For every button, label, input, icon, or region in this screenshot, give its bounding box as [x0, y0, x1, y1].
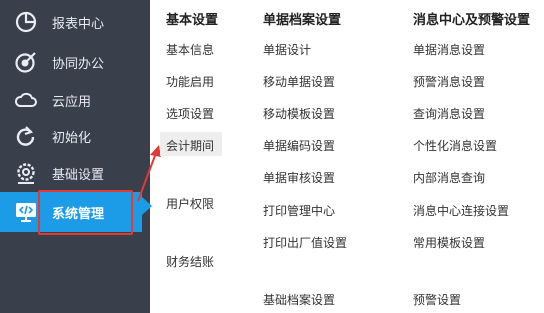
gear-icon	[17, 163, 35, 184]
code-monitor-icon	[16, 203, 36, 222]
highlight-box	[38, 190, 133, 235]
sidebar-item-label: 协同办公	[52, 57, 105, 72]
menu-item-document-design[interactable]: 单据设计	[263, 41, 311, 58]
target-icon	[15, 52, 36, 73]
menu-item-feature-enable[interactable]: 功能启用	[166, 73, 214, 90]
sidebar-item-label: 初始化	[52, 131, 92, 146]
menu-item-user-permissions[interactable]: 用户权限	[166, 195, 214, 212]
menu-item-alert-message-settings[interactable]: 预警消息设置	[413, 73, 485, 90]
menu-item-mobile-template-settings[interactable]: 移动模板设置	[263, 105, 335, 122]
sidebar-item-label: 基础设置	[52, 168, 105, 183]
refresh-icon	[16, 126, 35, 146]
sidebar-item-report-center[interactable]: 报表中心	[0, 6, 150, 38]
menu-item-alert-settings[interactable]: 预警设置	[413, 291, 461, 308]
menu-item-document-message-settings[interactable]: 单据消息设置	[413, 41, 485, 58]
cloud-icon	[14, 92, 37, 107]
menu-item-query-message-settings[interactable]: 查询消息设置	[413, 105, 485, 122]
menu-item-document-approval-settings[interactable]: 单据审核设置	[263, 169, 335, 186]
pie-chart-icon	[15, 11, 37, 33]
column-title-basic-settings: 基本设置	[166, 13, 219, 28]
menu-item-basic-archive-settings[interactable]: 基础档案设置	[263, 291, 335, 308]
menu-item-financial-closing[interactable]: 财务结账	[166, 253, 214, 270]
menu-item-print-factory-settings[interactable]: 打印出厂值设置	[263, 234, 347, 251]
sidebar-item-collaboration[interactable]: 协同办公	[0, 46, 150, 78]
sidebar-item-label: 云应用	[52, 95, 92, 110]
menu-item-mobile-document-settings[interactable]: 移动单据设置	[263, 73, 335, 90]
sidebar-item-cloud-apps[interactable]: 云应用	[0, 84, 150, 116]
menu-item-option-settings[interactable]: 选项设置	[166, 105, 214, 122]
menu-item-internal-message-query[interactable]: 内部消息查询	[413, 169, 485, 186]
menu-item-basic-info[interactable]: 基本信息	[166, 41, 214, 58]
menu-item-message-center-connection-settings[interactable]: 消息中心连接设置	[413, 202, 509, 219]
column-title-message-center-alert-settings: 消息中心及预警设置	[413, 13, 531, 28]
menu-item-personalized-message-settings[interactable]: 个性化消息设置	[413, 137, 497, 154]
menu-item-common-template-settings[interactable]: 常用模板设置	[413, 234, 485, 251]
menu-item-accounting-period[interactable]: 会计期间	[166, 137, 214, 154]
menu-item-print-management-center[interactable]: 打印管理中心	[263, 202, 335, 219]
sidebar-item-label: 报表中心	[52, 17, 105, 32]
menu-item-document-numbering-settings[interactable]: 单据编码设置	[263, 137, 335, 154]
column-title-document-archive-settings: 单据档案设置	[263, 13, 342, 28]
